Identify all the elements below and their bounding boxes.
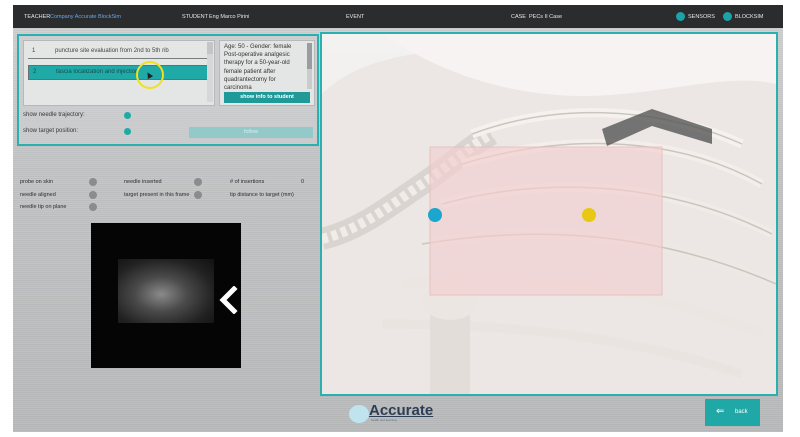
needle-tip-indicator: [89, 203, 97, 211]
case-value: PECs II Case: [529, 14, 563, 20]
scrollbar-thumb[interactable]: [307, 43, 312, 69]
step-item-1[interactable]: 1 puncture site evaluation from 2nd to 5…: [28, 46, 208, 59]
sensors-label[interactable]: SENSORS: [688, 14, 715, 20]
step-item-2-selected[interactable]: 2 fascia localization and injection: [28, 65, 210, 80]
needle-aligned-indicator: [89, 191, 97, 199]
student-label: STUDENT: [182, 14, 208, 20]
info-scrollbar[interactable]: [307, 43, 312, 89]
chevron-left-icon[interactable]: [218, 286, 238, 314]
steps-scrollbar[interactable]: [207, 42, 213, 102]
needle-trajectory-toggle[interactable]: [124, 112, 131, 119]
app-window: TEACHER Company Accurate BlockSim STUDEN…: [13, 5, 783, 432]
target-marker-icon: [582, 208, 596, 222]
control-panel: 1 puncture site evaluation from 2nd to 5…: [17, 34, 319, 146]
needle-trajectory-label: show needle trajectory:: [23, 112, 85, 118]
insertions-label: # of insertions: [230, 179, 265, 185]
target-present-indicator: [194, 191, 202, 199]
target-present-label: target present in this frame: [124, 192, 190, 198]
student-value: Eng Marco Pirini: [209, 14, 250, 20]
event-label: EVENT: [346, 14, 365, 20]
top-bar: TEACHER Company Accurate BlockSim STUDEN…: [13, 5, 783, 28]
anatomy-3d-view[interactable]: [320, 32, 778, 396]
step-label: puncture site evaluation from 2nd to 5th…: [55, 48, 169, 54]
follow-button[interactable]: follow: [189, 127, 313, 138]
blocksim-status-icon[interactable]: [723, 12, 732, 21]
insertions-value: 0: [301, 179, 305, 185]
target-position-toggle[interactable]: [124, 128, 131, 135]
logo-subtitle: health and learning: [371, 418, 397, 422]
needle-aligned-label: needle aligned: [20, 192, 56, 198]
ultrasound-scan-area: [118, 259, 214, 323]
probe-on-skin-indicator: [89, 178, 97, 186]
blocksim-label[interactable]: BLOCKSIM: [735, 14, 763, 20]
step-number: 2: [33, 69, 37, 75]
step-number: 1: [32, 48, 36, 54]
logo-mark-icon: [349, 405, 369, 423]
show-info-button[interactable]: show info to student: [224, 92, 310, 103]
teacher-value: Company Accurate BlockSim: [50, 14, 121, 20]
skeleton-render: [322, 34, 776, 394]
sensors-status-icon[interactable]: [676, 12, 685, 21]
back-arrow-icon: ⇐: [716, 406, 725, 417]
needle-inserted-indicator: [194, 178, 202, 186]
needle-inserted-label: needle inserted: [124, 179, 162, 185]
patient-info-text: Age: 50 - Gender: female Post-operative …: [224, 44, 292, 91]
scrollbar-thumb[interactable]: [207, 42, 213, 54]
logo-text: Accurate: [369, 402, 434, 419]
steps-list: 1 puncture site evaluation from 2nd to 5…: [23, 40, 215, 106]
case-label: CASE: [511, 14, 526, 20]
target-position-label: show target position:: [23, 128, 79, 134]
probe-on-skin-label: probe on skin: [20, 179, 54, 185]
tip-distance-label: tip distance to target (mm): [230, 192, 294, 198]
back-button[interactable]: ⇐ back: [705, 399, 760, 426]
needle-tip-label: needle tip on plane: [20, 204, 67, 210]
patient-info-box: Age: 50 - Gender: female Post-operative …: [219, 40, 315, 106]
teacher-label: TEACHER: [24, 14, 51, 20]
back-label: back: [735, 409, 748, 415]
step-label: fascia localization and injection: [56, 69, 139, 75]
needle-marker-icon: [428, 208, 442, 222]
brand-logo: Accurate health and learning: [349, 402, 459, 423]
